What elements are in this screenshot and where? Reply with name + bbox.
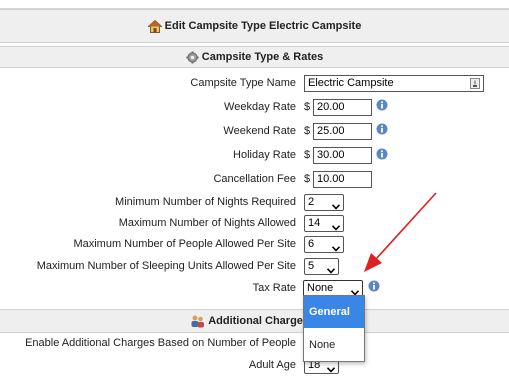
annotation-arrow bbox=[364, 192, 437, 272]
